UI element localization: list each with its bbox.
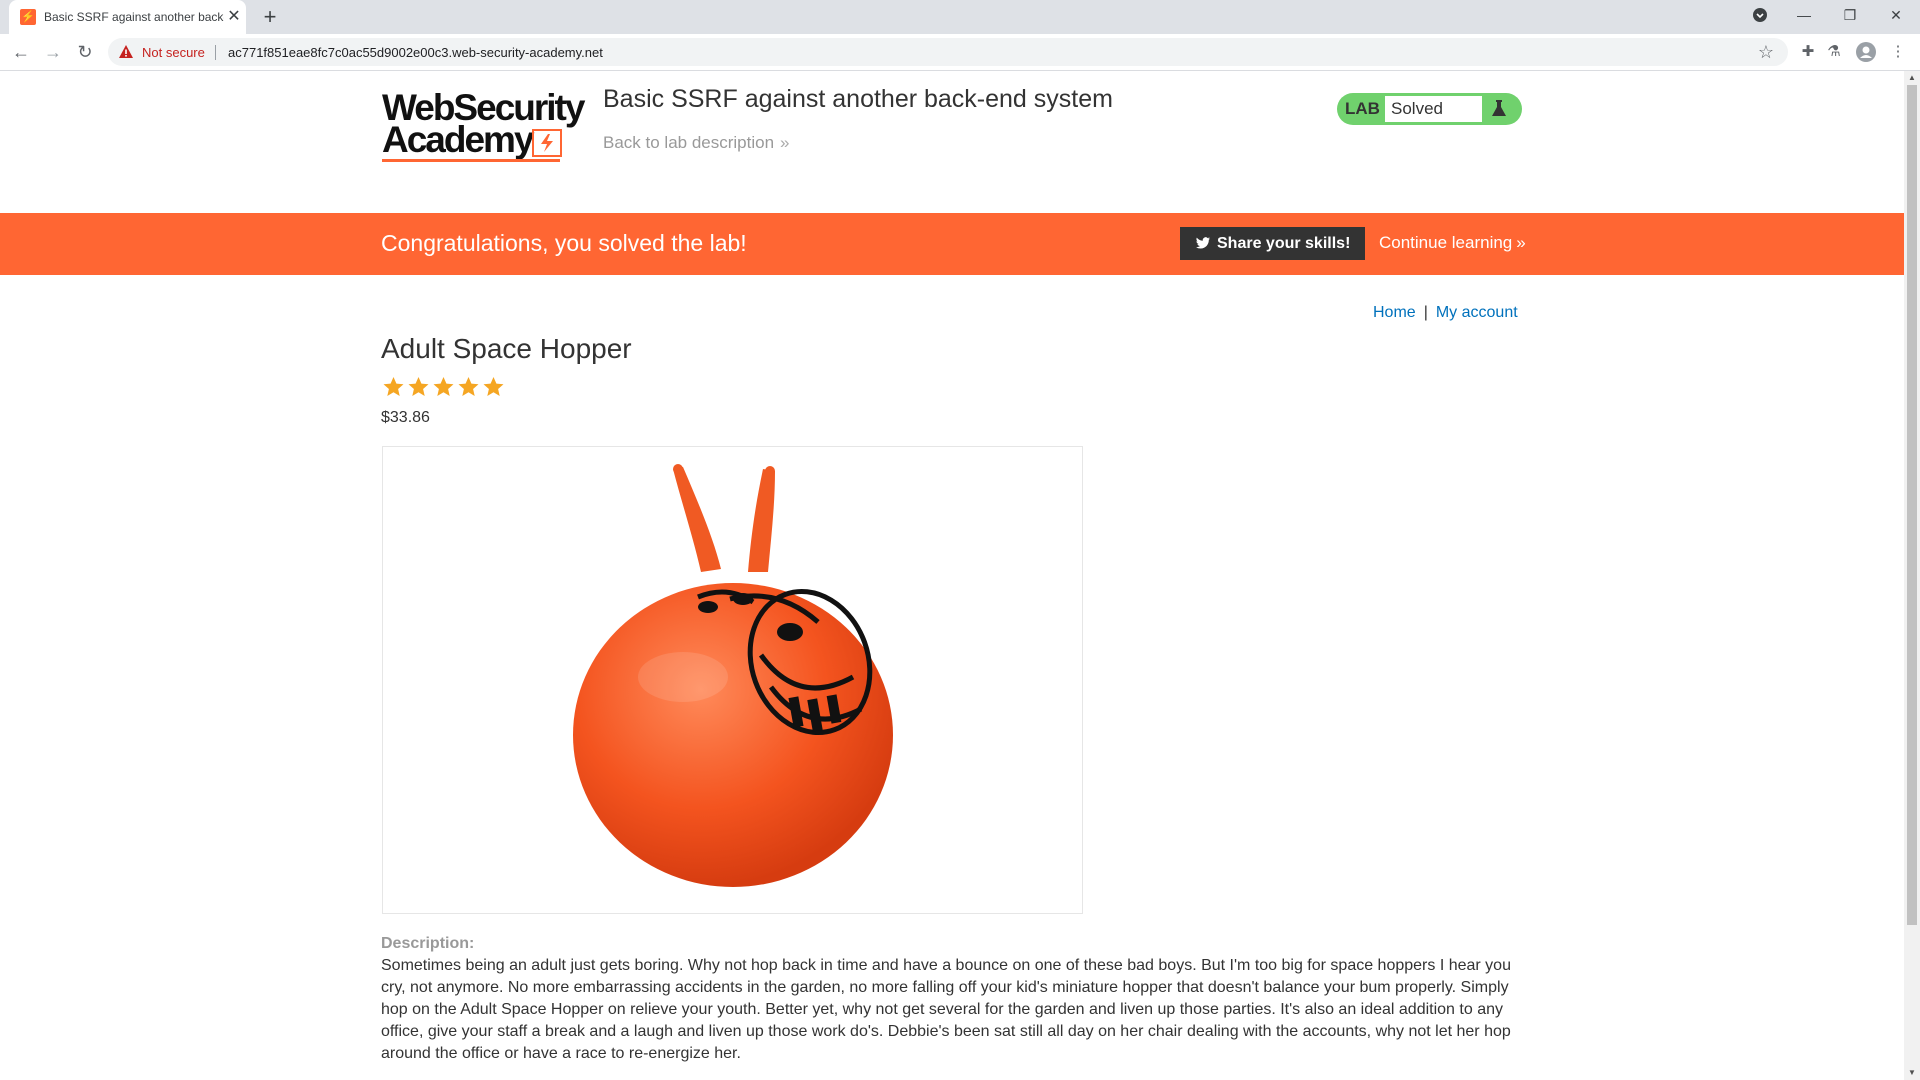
- close-tab-icon[interactable]: ✕: [225, 8, 243, 26]
- logo-underline: [382, 159, 560, 162]
- home-link[interactable]: Home: [1373, 304, 1416, 321]
- solved-banner: Congratulations, you solved the lab! Sha…: [0, 213, 1904, 275]
- minimize-button[interactable]: —: [1784, 0, 1824, 30]
- continue-label: Continue learning: [1379, 233, 1513, 252]
- browser-toolbar: ← → ↻ Not secure ac771f851eae8fc7c0ac55d…: [0, 34, 1920, 71]
- bookmark-star-icon[interactable]: ☆: [1758, 42, 1774, 63]
- lab-status-badge: LAB Solved: [1337, 93, 1522, 125]
- star-rating: [381, 375, 506, 399]
- lab-flask-icon[interactable]: ⚗: [1822, 40, 1846, 64]
- close-window-button[interactable]: ✕: [1876, 0, 1916, 30]
- product-price: $33.86: [381, 409, 430, 426]
- lab-badge-label: LAB: [1345, 99, 1380, 118]
- reload-icon[interactable]: ↻: [72, 39, 98, 65]
- star-icon: [433, 377, 454, 396]
- nav-separator: |: [1423, 304, 1428, 321]
- double-chevron-icon: »: [1516, 233, 1526, 252]
- restore-button[interactable]: ❐: [1830, 0, 1870, 30]
- space-hopper-image: [573, 464, 893, 887]
- websecurity-academy-logo[interactable]: WebSecurity Academy: [382, 89, 585, 169]
- star-icon: [408, 377, 429, 396]
- back-link-label: Back to lab description: [603, 133, 775, 152]
- extensions-icon[interactable]: ✚: [1796, 40, 1820, 64]
- description-text: Sometimes being an adult just gets borin…: [381, 957, 1511, 1062]
- scroll-thumb[interactable]: [1907, 85, 1917, 925]
- continue-learning-link[interactable]: Continue learning»: [1379, 233, 1526, 253]
- tab-strip: ⚡ Basic SSRF against another back-end sy…: [0, 0, 1920, 34]
- logo-line2: Academy: [382, 119, 535, 160]
- banner-message: Congratulations, you solved the lab!: [381, 230, 747, 256]
- scroll-up-icon[interactable]: ▲: [1904, 71, 1920, 85]
- forward-arrow-icon[interactable]: →: [40, 39, 66, 65]
- lab-status-text: Solved: [1391, 99, 1443, 118]
- tab-title: Basic SSRF against another back-end syst…: [44, 10, 224, 24]
- star-icon: [483, 377, 504, 396]
- flask-icon: [1492, 100, 1506, 116]
- scroll-down-icon[interactable]: ▼: [1904, 1066, 1920, 1080]
- not-secure-label[interactable]: Not secure: [142, 45, 205, 60]
- lab-status-box: Solved: [1385, 96, 1482, 122]
- share-skills-button[interactable]: Share your skills!: [1180, 227, 1365, 260]
- my-account-link[interactable]: My account: [1436, 304, 1518, 321]
- twitter-bird-icon: [1196, 237, 1210, 249]
- url-text[interactable]: ac771f851eae8fc7c0ac55d9002e00c3.web-sec…: [228, 45, 603, 60]
- double-chevron-icon: »: [780, 133, 790, 152]
- share-label: Share your skills!: [1217, 235, 1351, 252]
- address-bar[interactable]: Not secure ac771f851eae8fc7c0ac55d9002e0…: [108, 38, 1788, 66]
- page-scrollbar[interactable]: ▲ ▼: [1904, 71, 1920, 1080]
- omnibox-divider: [215, 45, 216, 60]
- websecurity-favicon-icon: ⚡: [20, 9, 36, 25]
- description-label: Description:: [381, 935, 475, 952]
- lab-title: Basic SSRF against another back-end syst…: [603, 85, 1113, 113]
- product-title: Adult Space Hopper: [381, 333, 632, 364]
- star-icon: [383, 377, 404, 396]
- tab-search-icon[interactable]: [1740, 0, 1780, 30]
- product-image: [382, 446, 1083, 914]
- star-icon: [458, 377, 479, 396]
- new-tab-button[interactable]: +: [258, 6, 282, 30]
- back-arrow-icon[interactable]: ←: [8, 39, 34, 65]
- menu-kebab-icon[interactable]: ⋮: [1886, 40, 1910, 64]
- back-to-lab-link[interactable]: Back to lab description »: [603, 133, 790, 153]
- bolt-icon: [532, 129, 562, 157]
- top-nav-links: Home | My account: [1373, 304, 1518, 322]
- warning-icon: [119, 45, 133, 58]
- page-content: WebSecurity Academy Basic SSRF against a…: [0, 71, 1904, 1080]
- profile-avatar-icon[interactable]: [1854, 40, 1878, 64]
- browser-tab[interactable]: ⚡ Basic SSRF against another back-end sy…: [9, 0, 246, 34]
